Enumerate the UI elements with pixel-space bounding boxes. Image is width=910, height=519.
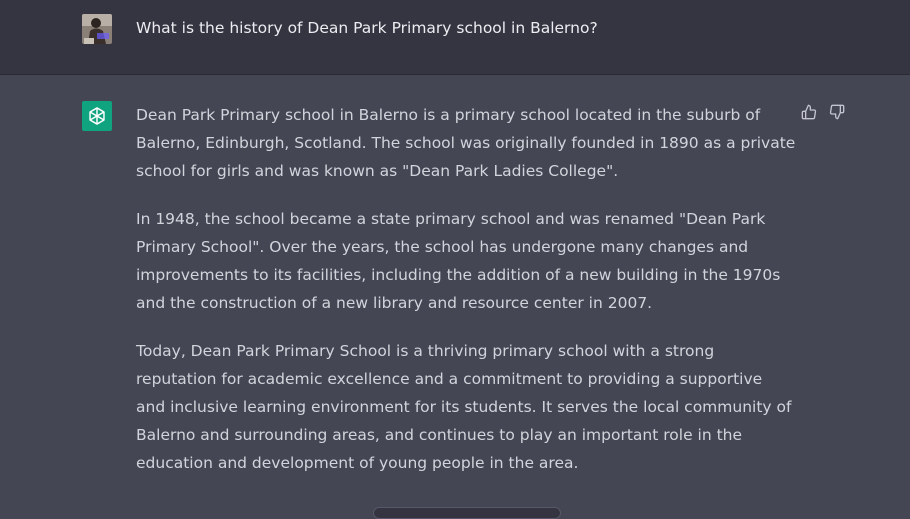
assistant-message-row: Dean Park Primary school in Balerno is a… bbox=[0, 75, 910, 512]
answer-paragraph: Dean Park Primary school in Balerno is a… bbox=[136, 106, 796, 180]
openai-logo-icon bbox=[89, 107, 105, 125]
thumbs-up-button[interactable] bbox=[800, 103, 818, 121]
answer-paragraph: Today, Dean Park Primary School is a thr… bbox=[136, 342, 792, 472]
thumbs-down-button[interactable] bbox=[828, 103, 846, 121]
thumbs-down-icon bbox=[829, 104, 845, 120]
regenerate-response-button[interactable] bbox=[373, 507, 561, 519]
assistant-answer: Dean Park Primary school in Balerno is a… bbox=[136, 101, 796, 497]
feedback-buttons bbox=[800, 103, 846, 121]
user-avatar bbox=[82, 14, 112, 44]
answer-paragraph: In 1948, the school became a state prima… bbox=[136, 210, 781, 312]
thumbs-up-icon bbox=[801, 104, 817, 120]
assistant-avatar bbox=[82, 101, 112, 131]
user-photo-icon bbox=[82, 14, 112, 44]
user-message-text: What is the history of Dean Park Primary… bbox=[136, 19, 598, 37]
user-message-row: What is the history of Dean Park Primary… bbox=[0, 0, 910, 75]
